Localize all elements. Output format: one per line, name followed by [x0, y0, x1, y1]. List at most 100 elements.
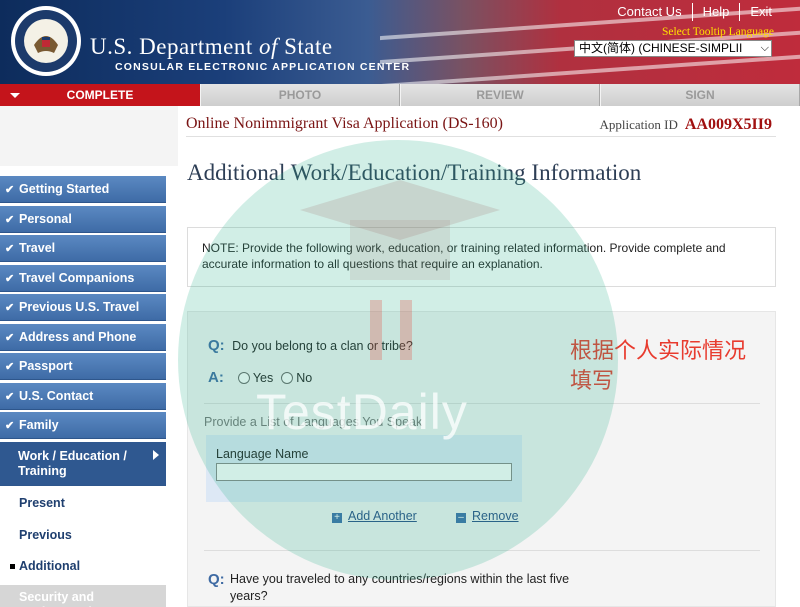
- sidebar-item-label: Personal: [19, 211, 72, 226]
- sidebar-item-label: Family: [19, 418, 59, 432]
- progress-tabs: COMPLETE PHOTO REVIEW SIGN: [0, 84, 800, 106]
- language-name-input[interactable]: [216, 463, 512, 481]
- answer-clan-or-tribe: A: Yes No: [208, 369, 320, 386]
- question-traveled-countries: Q: Have you traveled to any countries/re…: [208, 571, 588, 605]
- sidebar-item-label: Travel: [19, 241, 56, 255]
- divider: [186, 136, 776, 137]
- sidebar-item-address-and-phone[interactable]: ✔ Address and Phone: [0, 323, 166, 351]
- sidebar-item-us-contact[interactable]: ✔ U.S. Contact: [0, 382, 166, 410]
- remove-link[interactable]: – Remove: [456, 509, 519, 523]
- note-text: NOTE: Provide the following work, educat…: [202, 241, 726, 271]
- tooltip-language-label: Select Tooltip Language: [661, 26, 774, 38]
- question-marker: Q:: [208, 571, 225, 588]
- department-subtitle: CONSULAR ELECTRONIC APPLICATION CENTER: [115, 61, 411, 73]
- state-department-seal-icon: [11, 6, 81, 76]
- checkmark-icon: ✔: [5, 243, 15, 255]
- sidebar-subitem-label: Additional: [19, 559, 81, 573]
- sidebar-item-label: Getting Started: [19, 182, 110, 196]
- site-header: U.S. Department of State CONSULAR ELECTR…: [0, 0, 800, 84]
- question-clan-or-tribe: Q: Do you belong to a clan or tribe?: [208, 337, 413, 354]
- sidebar-item-label: Address and Phone: [19, 329, 137, 344]
- sidebar-subitem-label: Present: [19, 496, 65, 510]
- tab-sign[interactable]: SIGN: [600, 84, 800, 106]
- sidebar-subitem-previous[interactable]: Previous: [0, 520, 166, 552]
- divider: [204, 403, 760, 404]
- checkmark-icon: ✔: [5, 272, 15, 285]
- department-title-prefix: U.S. Department: [90, 34, 253, 59]
- application-id-value: AA009X5II9: [684, 116, 772, 133]
- sidebar-item-travel-companions[interactable]: ✔ Travel Companions: [0, 264, 166, 292]
- radio-no[interactable]: No: [281, 371, 312, 385]
- checkmark-icon: ✔: [5, 420, 15, 432]
- page-title: Additional Work/Education/Training Infor…: [187, 160, 642, 185]
- chevron-right-icon: [153, 449, 159, 460]
- application-title: Online Nonimmigrant Visa Application (DS…: [186, 115, 503, 132]
- tab-sign-label: SIGN: [685, 88, 715, 102]
- sidebar-item-work-education-training[interactable]: Work / Education / Training: [0, 441, 166, 486]
- application-id-label: Application ID: [599, 117, 678, 132]
- divider: [204, 550, 760, 551]
- sidebar-subitem-present[interactable]: Present: [0, 488, 166, 520]
- radio-yes[interactable]: Yes: [237, 370, 274, 385]
- contact-us-link[interactable]: Contact Us: [607, 3, 691, 21]
- sidebar-item-label: Work / Education / Training: [18, 448, 127, 478]
- tab-photo[interactable]: PHOTO: [200, 84, 400, 106]
- department-title: U.S. Department of State: [90, 34, 333, 60]
- remove-label: Remove: [472, 509, 519, 523]
- sidebar: ✔ Getting Started ✔ Personal ✔ Travel ✔ Trav…: [0, 176, 166, 607]
- question-marker: Q:: [208, 337, 225, 354]
- radio-yes-circle[interactable]: [237, 371, 250, 384]
- exit-link[interactable]: Exit: [739, 3, 782, 21]
- tab-complete-label: COMPLETE: [66, 88, 134, 102]
- sidebar-item-family[interactable]: ✔ Family: [0, 412, 166, 439]
- checkmark-icon: ✔: [5, 184, 15, 196]
- sidebar-item-security-and-background[interactable]: Security and Background: [0, 584, 166, 607]
- sidebar-item-label: Previous U.S. Travel: [19, 300, 140, 314]
- note-box: NOTE: Provide the following work, educat…: [187, 227, 776, 287]
- department-title-of: of: [258, 34, 278, 59]
- sidebar-subitem-additional[interactable]: Additional: [0, 551, 166, 583]
- radio-no-circle[interactable]: [281, 371, 294, 384]
- sidebar-item-getting-started[interactable]: ✔ Getting Started: [0, 176, 166, 203]
- question-text: Have you traveled to any countries/regio…: [230, 572, 570, 603]
- tab-review-label: REVIEW: [476, 88, 524, 102]
- sidebar-item-personal[interactable]: ✔ Personal: [0, 205, 166, 233]
- tab-photo-label: PHOTO: [278, 88, 322, 102]
- question-text: Do you belong to a clan or tribe?: [232, 339, 413, 353]
- tooltip-language-value: 中文(简体) (CHINESE-SIMPLII: [579, 41, 743, 55]
- sidebar-item-label: Passport: [19, 359, 73, 373]
- help-link[interactable]: Help: [691, 3, 740, 21]
- sidebar-top-spacer: [0, 106, 178, 166]
- checkmark-icon: ✔: [5, 213, 15, 226]
- radio-no-label: No: [296, 370, 313, 385]
- tab-review[interactable]: REVIEW: [400, 84, 600, 106]
- sidebar-item-label: U.S. Contact: [19, 388, 94, 403]
- minus-icon: –: [456, 513, 466, 523]
- tooltip-language-select[interactable]: 中文(简体) (CHINESE-SIMPLII ⌵: [574, 40, 772, 57]
- checkmark-icon: ✔: [5, 302, 15, 314]
- current-bullet-icon: [10, 564, 15, 569]
- sidebar-item-label: Security and Background: [19, 589, 95, 607]
- top-navigation: Contact Us Help Exit: [607, 3, 782, 21]
- sidebar-subitem-label: Previous: [19, 527, 72, 542]
- chevron-down-icon: ⌵: [758, 41, 769, 56]
- sidebar-item-passport[interactable]: ✔ Passport: [0, 353, 166, 380]
- checkmark-icon: ✔: [5, 390, 15, 403]
- add-another-link[interactable]: + Add Another: [332, 509, 417, 523]
- answer-marker: A:: [208, 369, 224, 386]
- tab-complete[interactable]: COMPLETE: [0, 84, 200, 106]
- plus-icon: +: [332, 513, 342, 523]
- languages-section-label: Provide a List of Languages You Speak: [204, 415, 423, 429]
- caret-down-icon: [10, 93, 20, 98]
- application-id: Application ID AA009X5II9: [600, 116, 772, 134]
- checkmark-icon: ✔: [5, 331, 15, 344]
- sidebar-item-label: Travel Companions: [19, 270, 135, 285]
- sidebar-item-travel[interactable]: ✔ Travel: [0, 235, 166, 262]
- add-another-label: Add Another: [348, 509, 417, 523]
- language-name-label: Language Name: [216, 447, 309, 461]
- fill-in-annotation: 根据个人实际情况填写: [570, 338, 747, 393]
- department-title-suffix: State: [284, 34, 333, 59]
- sidebar-item-previous-us-travel[interactable]: ✔ Previous U.S. Travel: [0, 294, 166, 321]
- checkmark-icon: ✔: [5, 361, 15, 373]
- radio-yes-label: Yes: [252, 370, 274, 385]
